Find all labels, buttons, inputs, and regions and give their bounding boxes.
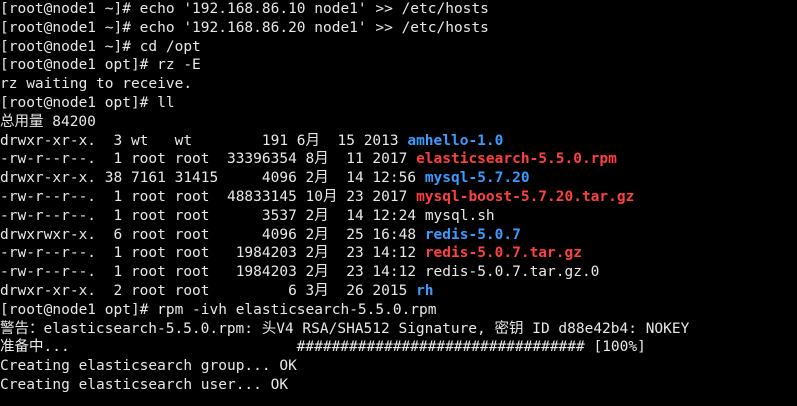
listing-row: -rw-r--r--. 1 root root 1984203 2月 23 14… (0, 244, 797, 263)
file-attributes: drwxr-xr-x. 3 wt wt 191 6月 15 2013 (0, 132, 408, 149)
file-attributes: drwxrwxr-x. 6 root root 4096 2月 25 16:48 (0, 226, 425, 243)
directory-name: redis-5.0.7 (424, 226, 521, 243)
file-attributes: -rw-r--r--. 1 root root 48833145 10月 23 … (0, 188, 417, 205)
output-line: 总用量 84200 (0, 113, 96, 130)
command-line: [root@node1 opt]# rpm -ivh elasticsearch… (0, 301, 437, 318)
output-line: Creating elasticsearch group... OK (0, 358, 297, 375)
listing-row: -rw-r--r--. 1 root root 3537 2月 14 12:24… (0, 207, 797, 226)
file-name: mysql.sh (424, 207, 495, 224)
file-attributes: drwxr-xr-x. 2 root root 6 3月 26 2015 (0, 282, 417, 299)
file-attributes: -rw-r--r--. 1 root root 1984203 2月 23 14… (0, 245, 425, 262)
file-name: redis-5.0.7.tar.gz.0 (424, 264, 600, 281)
archive-file-name: mysql-boost-5.7.20.tar.gz (416, 188, 635, 205)
archive-file-name: elasticsearch-5.5.0.rpm (416, 151, 617, 168)
command-line: [root@node1 opt]# ll (0, 94, 175, 111)
listing-row: drwxr-xr-x. 2 root root 6 3月 26 2015 rh (0, 282, 797, 301)
listing-row: -rw-r--r--. 1 root root 1984203 2月 23 14… (0, 263, 797, 282)
command-line: [root@node1 ~]# echo '192.168.86.20 node… (0, 19, 489, 36)
output-line: Creating elasticsearch user... OK (0, 376, 289, 393)
file-attributes: -rw-r--r--. 1 root root 1984203 2月 23 14… (0, 264, 425, 281)
directory-name: rh (416, 282, 434, 299)
warning-line: 警告：elasticsearch-5.5.0.rpm: 头V4 RSA/SHA5… (0, 320, 690, 337)
command-line: [root@node1 ~]# echo '192.168.86.10 node… (0, 1, 489, 17)
output-line: rz waiting to receive. (0, 76, 193, 93)
listing-row: -rw-r--r--. 1 root root 48833145 10月 23 … (0, 188, 797, 207)
command-line: [root@node1 ~]# cd /opt (0, 38, 201, 55)
command-line: [root@node1 opt]# rz -E (0, 57, 201, 74)
directory-name: amhello-1.0 (407, 132, 504, 149)
archive-file-name: redis-5.0.7.tar.gz (424, 245, 582, 262)
progress-line: 准备中... #################################… (0, 339, 646, 356)
terminal-window[interactable]: [root@node1 ~]# echo '192.168.86.10 node… (0, 0, 797, 406)
listing-row: -rw-r--r--. 1 root root 33396354 8月 11 2… (0, 150, 797, 169)
listing-row: drwxr-xr-x. 38 7161 31415 4096 2月 14 12:… (0, 169, 797, 188)
file-attributes: -rw-r--r--. 1 root root 33396354 8月 11 2… (0, 151, 417, 168)
directory-name: mysql-5.7.20 (424, 170, 530, 187)
file-attributes: drwxr-xr-x. 38 7161 31415 4096 2月 14 12:… (0, 170, 425, 187)
listing-row: drwxrwxr-x. 6 root root 4096 2月 25 16:48… (0, 226, 797, 245)
listing-row: drwxr-xr-x. 3 wt wt 191 6月 15 2013 amhel… (0, 132, 797, 151)
file-attributes: -rw-r--r--. 1 root root 3537 2月 14 12:24 (0, 207, 425, 224)
